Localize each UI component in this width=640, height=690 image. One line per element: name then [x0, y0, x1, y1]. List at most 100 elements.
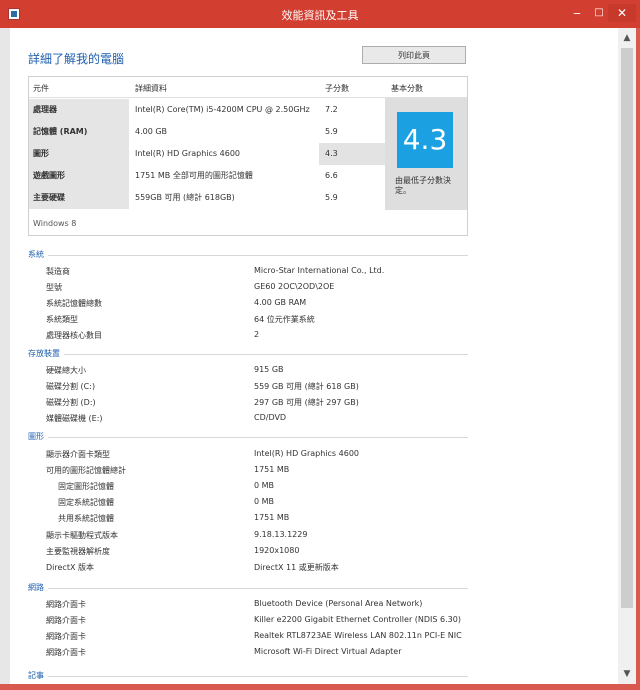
row-label: 主要硬碟 [29, 187, 129, 209]
row-detail: Intel(R) Core(TM) i5-4200M CPU @ 2.50GHz [135, 105, 310, 114]
row-label: 遊戲圖形 [29, 165, 129, 187]
window-border-bottom [0, 684, 640, 690]
property-value: Microsoft Wi-Fi Direct Virtual Adapter [254, 647, 402, 656]
section-title: 記事 [28, 670, 48, 681]
row-detail: 1751 MB 全部可用的圖形記憶體 [135, 171, 253, 180]
property-label: 主要監視器解析度 [46, 547, 110, 556]
property-label: 磁碟分割 (C:) [46, 382, 96, 391]
property-label: 媒體磁碟機 (E:) [46, 414, 103, 423]
section-title: 系統 [28, 249, 48, 260]
property-label: 顯示卡驅動程式版本 [46, 531, 118, 540]
section-title: 存放裝置 [28, 348, 64, 359]
property-value: 9.18.13.1229 [254, 530, 308, 539]
property-label: 固定圖形記憶體 [58, 482, 114, 491]
scroll-down-arrow-icon[interactable]: ▼ [618, 666, 636, 682]
close-button[interactable]: ✕ [608, 4, 636, 22]
column-header-subscore: 子分數 [325, 84, 349, 93]
property-value: 1751 MB [254, 513, 290, 522]
summary-header-row: 元件 詳細資料 子分數 基本分數 [29, 77, 467, 98]
property-label: 製造商 [46, 267, 70, 276]
window-title: 效能資訊及工具 [281, 9, 359, 22]
column-header-basescore: 基本分數 [391, 84, 423, 93]
print-page-button[interactable]: 列印此頁 [362, 46, 466, 64]
minimize-button[interactable]: ‒ [566, 4, 588, 22]
property-row-indented: 共用系統記憶體 1751 MB [58, 513, 458, 527]
property-value: 4.00 GB RAM [254, 298, 307, 307]
section-header-notes: 記事 [28, 670, 468, 682]
summary-row-memory: 記憶體 (RAM) 4.00 GB 5.9 [29, 121, 385, 143]
property-value: 64 位元作業系統 [254, 315, 315, 324]
property-value: Killer e2200 Gigabit Ethernet Controller… [254, 615, 461, 624]
row-label: 記憶體 (RAM) [29, 121, 129, 143]
base-score-tile: 4.3 [397, 112, 453, 168]
base-score-cell: 4.3 由最低子分數決定。 [385, 98, 467, 210]
property-label: 型號 [46, 283, 62, 292]
property-value: 1751 MB [254, 465, 290, 474]
property-value: GE60 2OC\2OD\2OE [254, 282, 335, 291]
section-header-graphics: 圖形 [28, 431, 468, 443]
content-area: 詳細了解我的電腦 列印此頁 元件 詳細資料 子分數 基本分數 處理器 Intel… [10, 28, 618, 684]
property-value: 297 GB 可用 (總計 297 GB) [254, 398, 359, 407]
property-label: 網路介面卡 [46, 600, 86, 609]
property-label: 共用系統記憶體 [58, 514, 114, 523]
row-detail: 4.00 GB [135, 127, 168, 136]
vertical-scrollbar[interactable]: ▲ ▼ [618, 28, 636, 684]
summary-row-processor: 處理器 Intel(R) Core(TM) i5-4200M CPU @ 2.5… [29, 99, 385, 121]
property-value: 559 GB 可用 (總計 618 GB) [254, 382, 359, 391]
property-label: 硬碟總大小 [46, 366, 86, 375]
property-value: 0 MB [254, 497, 275, 506]
row-subscore: 7.2 [325, 105, 338, 114]
section-divider [28, 255, 468, 256]
property-label: 系統類型 [46, 315, 78, 324]
property-value: 0 MB [254, 481, 275, 490]
row-subscore: 6.6 [325, 171, 338, 180]
scroll-up-arrow-icon[interactable]: ▲ [618, 30, 636, 46]
os-edition: Windows 8 [33, 219, 77, 228]
row-detail: 559GB 可用 (總計 618GB) [135, 193, 235, 202]
summary-row-graphics: 圖形 Intel(R) HD Graphics 4600 4.3 [29, 143, 385, 165]
row-label: 處理器 [29, 99, 129, 121]
property-label: 處理器核心數目 [46, 331, 102, 340]
section-header-storage: 存放裝置 [28, 348, 468, 360]
scrollbar-thumb[interactable] [621, 48, 633, 608]
summary-row-gaming-graphics: 遊戲圖形 1751 MB 全部可用的圖形記憶體 6.6 [29, 165, 385, 187]
property-label: 磁碟分割 (D:) [46, 398, 96, 407]
property-label: 網路介面卡 [46, 648, 86, 657]
property-label: 系統記憶體總數 [46, 299, 102, 308]
property-value: 2 [254, 330, 260, 339]
section-header-system: 系統 [28, 249, 468, 261]
property-value: DirectX 11 或更新版本 [254, 563, 339, 572]
property-row-indented: 固定系統記憶體 0 MB [58, 497, 458, 511]
section-divider [28, 437, 468, 438]
property-label: 固定系統記憶體 [58, 498, 114, 507]
summary-row-primary-disk: 主要硬碟 559GB 可用 (總計 618GB) 5.9 [29, 187, 385, 209]
column-header-details: 詳細資料 [135, 84, 167, 93]
row-label: 圖形 [29, 143, 129, 165]
property-value: 1920x1080 [254, 546, 300, 555]
title-bar[interactable]: 效能資訊及工具 ‒ □ ✕ [0, 0, 640, 28]
row-subscore: 5.9 [325, 127, 338, 136]
row-detail: Intel(R) HD Graphics 4600 [135, 149, 241, 158]
property-value: 915 GB [254, 365, 284, 374]
base-score-note: 由最低子分數決定。 [395, 176, 451, 195]
section-header-network: 網路 [28, 582, 468, 594]
page-title: 詳細了解我的電腦 [28, 52, 125, 66]
maximize-button[interactable]: □ [588, 4, 610, 22]
section-title: 網路 [28, 582, 48, 593]
column-header-component: 元件 [33, 84, 49, 93]
section-title: 圖形 [28, 431, 48, 442]
property-value: CD/DVD [254, 413, 287, 422]
property-value: Bluetooth Device (Personal Area Network) [254, 599, 423, 608]
property-label: 顯示器介面卡類型 [46, 450, 110, 459]
section-divider [28, 588, 468, 589]
property-label: DirectX 版本 [46, 563, 94, 572]
property-row-indented: 固定圖形記憶體 0 MB [58, 481, 458, 495]
section-divider [28, 354, 468, 355]
property-label: 可用的圖形記憶體總計 [46, 466, 126, 475]
row-subscore-lowest: 4.3 [319, 143, 385, 165]
background-window-strip [0, 28, 10, 690]
property-label: 網路介面卡 [46, 632, 86, 641]
property-value: Intel(R) HD Graphics 4600 [254, 449, 360, 458]
property-value: Micro-Star International Co., Ltd. [254, 266, 385, 275]
score-summary-table: 元件 詳細資料 子分數 基本分數 處理器 Intel(R) Core(TM) i… [28, 76, 468, 236]
